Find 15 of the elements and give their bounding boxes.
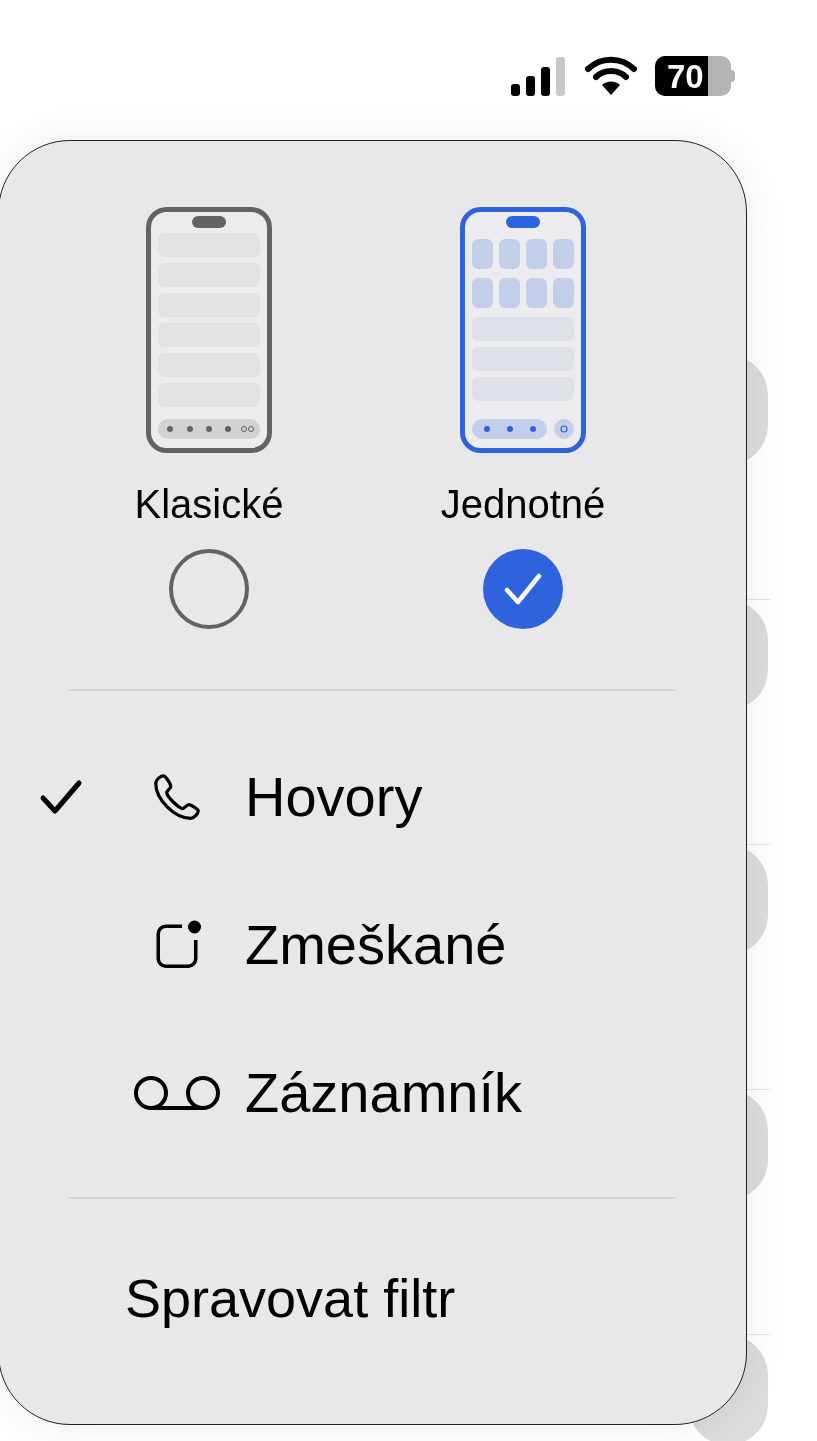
filter-item[interactable]: Hovory [0,745,746,849]
wifi-icon [585,56,637,96]
filter-label: Zmeškané [245,917,507,973]
phone-layout-icon [460,207,586,453]
filter-item[interactable]: Zmeškané [0,893,746,997]
layout-radio[interactable] [169,549,249,629]
checkmark-icon [503,572,543,606]
filter-label: Záznamník [245,1065,522,1121]
phone-layout-icon [146,207,272,453]
checkmark-icon [39,779,83,815]
layout-label: Klasické [134,481,284,528]
layout-label: Jednotné [440,481,606,528]
signal-icon [509,56,567,96]
battery-percentage: 70 [666,59,704,93]
filter-item[interactable]: Záznamník [0,1041,746,1145]
